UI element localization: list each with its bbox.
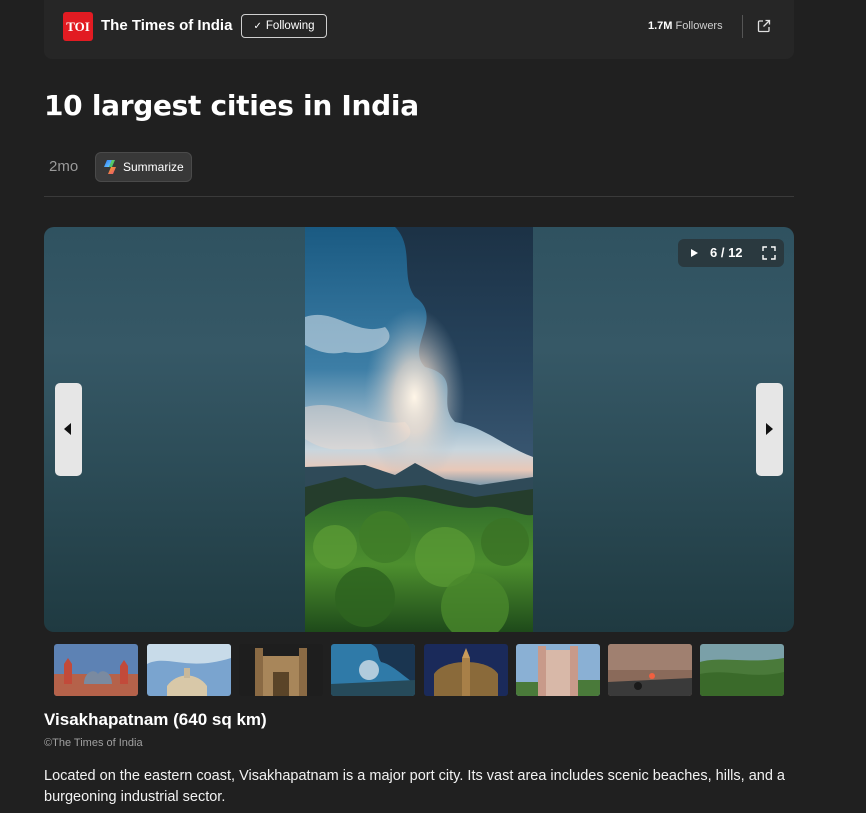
thumbnail-2[interactable] — [147, 644, 231, 696]
publisher-logo[interactable]: TOI — [63, 12, 93, 41]
slide-image — [305, 227, 533, 632]
followers-number: 1.7M — [648, 20, 673, 32]
thumbnail-1[interactable] — [54, 644, 138, 696]
followers-label: Followers — [675, 20, 723, 32]
fullscreen-icon[interactable] — [762, 246, 776, 260]
slide-description: Located on the eastern coast, Visakhapat… — [44, 768, 785, 805]
followers-count: 1.7M Followers — [648, 20, 723, 32]
divider — [742, 15, 743, 38]
thumbnail-strip — [54, 644, 784, 696]
thumbnail-5[interactable] — [424, 644, 508, 696]
following-label: Following — [265, 20, 315, 32]
thumbnail-7[interactable] — [608, 644, 692, 696]
article-page: TOI The Times of India ✓ Following 1.7M … — [0, 0, 866, 813]
chevron-right-icon — [766, 423, 773, 435]
play-icon[interactable] — [688, 247, 700, 259]
slide-caption-title: Visakhapatnam (640 sq km) — [44, 710, 267, 729]
separator — [44, 196, 794, 197]
summarize-label: Summarize — [123, 160, 184, 174]
thumbnail-8[interactable] — [700, 644, 784, 696]
image-slideshow[interactable]: 6 / 12 — [44, 227, 794, 632]
publisher-name[interactable]: The Times of India — [101, 17, 232, 34]
check-icon: ✓ — [253, 20, 262, 32]
summarize-button[interactable]: Summarize — [95, 152, 192, 182]
article-age: 2mo — [49, 158, 79, 175]
chevron-left-icon — [64, 423, 71, 435]
external-link-icon[interactable] — [757, 19, 771, 33]
article-title: 10 largest cities in India — [44, 89, 419, 122]
previous-slide-button[interactable] — [55, 383, 82, 476]
copilot-icon — [104, 160, 116, 174]
thumbnail-4[interactable] — [331, 644, 415, 696]
slideshow-controls: 6 / 12 — [678, 239, 784, 267]
slide-counter: 6 / 12 — [710, 245, 743, 260]
publisher-bar: TOI The Times of India ✓ Following 1.7M … — [44, 0, 794, 59]
image-credit: ©The Times of India — [44, 737, 143, 749]
next-slide-button[interactable] — [756, 383, 783, 476]
thumbnail-3[interactable] — [239, 644, 323, 696]
thumbnail-6[interactable] — [516, 644, 600, 696]
following-button[interactable]: ✓ Following — [241, 14, 327, 38]
